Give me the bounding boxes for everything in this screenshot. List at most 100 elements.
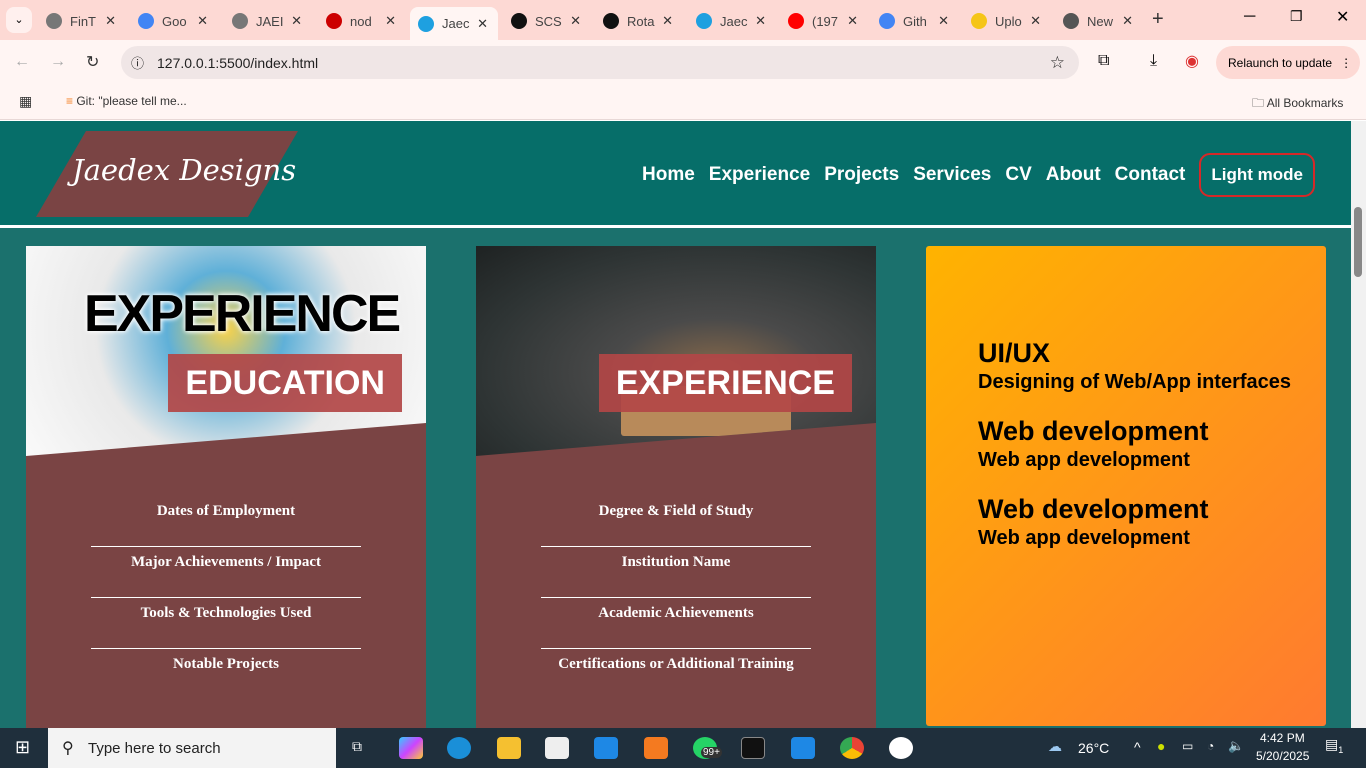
browser-tab[interactable]: FinT ✕ [38,8,126,34]
apps-icon[interactable]: ▦ [19,93,32,110]
chrome-icon[interactable] [840,737,864,759]
tab-close-icon[interactable]: ✕ [755,13,766,29]
store-icon[interactable] [545,737,569,759]
tab-close-icon[interactable]: ✕ [477,16,488,32]
service-title: Web development [978,416,1209,446]
tab-close-icon[interactable]: ✕ [1030,13,1041,29]
restore-button[interactable]: ❐ [1290,8,1303,25]
services-card: UI/UX Designing of Web/App interfaces We… [926,246,1326,726]
close-window-button[interactable]: ✕ [1336,7,1349,27]
clock-time[interactable]: 4:42 PM [1260,731,1305,745]
tab-favicon-icon [511,13,527,29]
tab-title: New [1087,13,1114,29]
wifi-icon[interactable]: ◔ [1207,739,1214,753]
reload-icon[interactable]: ↻ [86,52,99,72]
tab-title: FinT [70,13,96,29]
tab-close-icon[interactable]: ✕ [570,13,581,29]
relaunch-button[interactable]: Relaunch to update ⋮ [1216,46,1360,79]
tab-close-icon[interactable]: ✕ [938,13,949,29]
tab-favicon-icon [138,13,154,29]
clock-date[interactable]: 5/20/2025 [1256,749,1309,763]
address-bar[interactable]: ⓘ 127.0.0.1:5500/index.html ☆ [121,46,1079,79]
volume-icon[interactable]: 🔈 [1228,738,1244,754]
tab-favicon-icon [788,13,804,29]
browser-tab[interactable]: New ✕ [1055,8,1143,34]
task-view-icon[interactable]: ⧉ [352,738,362,755]
browser-tab[interactable]: Rota ✕ [595,8,683,34]
tab-close-icon[interactable]: ✕ [197,13,208,29]
all-bookmarks[interactable]: 🗀 All Bookmarks [1252,94,1343,115]
main-nav: Home Experience Projects Services CV Abo… [642,153,1315,197]
list-item: Major Achievements / Impact [91,547,361,598]
browser-tab[interactable]: SCS ✕ [503,8,591,34]
tray-app-icon[interactable]: ● [1157,738,1165,754]
tab-close-icon[interactable]: ✕ [847,13,858,29]
tab-title: Rota [627,13,655,29]
notifications-icon[interactable]: ▤1 [1325,736,1343,755]
edge-icon[interactable] [447,737,471,759]
star-icon[interactable]: ☆ [1050,53,1065,73]
tab-close-icon[interactable]: ✕ [291,13,302,29]
experience-card: EXPERIENCE Degree & Field of Study Insti… [476,246,876,728]
tray-chevron-icon[interactable]: ^ [1134,739,1141,755]
nav-about[interactable]: About [1046,164,1101,186]
extensions-icon[interactable]: ⧉ [1098,52,1109,70]
nav-home[interactable]: Home [642,164,695,186]
browser-tab[interactable]: nod ✕ [318,8,406,34]
tab-close-icon[interactable]: ✕ [1122,13,1133,29]
list-item: Tools & Technologies Used [91,598,361,649]
browser-tab[interactable]: Jaec ✕ [410,7,498,40]
minimize-button[interactable]: ─ [1244,8,1255,26]
bookmark-item[interactable]: ≡ Git: "please tell me... [66,94,187,108]
profile-icon[interactable]: ◉ [1185,51,1199,71]
service-title: Web development [978,494,1209,524]
terminal-icon[interactable] [741,737,765,759]
nav-contact[interactable]: Contact [1115,164,1186,186]
nav-services[interactable]: Services [913,164,991,186]
service-desc: Web app development [978,527,1190,549]
light-mode-button[interactable]: Light mode [1199,153,1315,197]
browser-tab[interactable]: Gith ✕ [871,8,959,34]
nav-projects[interactable]: Projects [824,164,899,186]
browser-tab[interactable]: Goo ✕ [130,8,218,34]
battery-icon[interactable]: ▭ [1182,739,1193,753]
info-icon: ⓘ [131,56,145,71]
bookmarks-bar: ▦ ≡ Git: "please tell me... 🗀 All Bookma… [0,86,1366,120]
logo[interactable]: Jaedex Designs [36,131,298,217]
xampp-icon[interactable] [644,737,668,759]
weather-icon[interactable]: ☁ [1048,738,1062,755]
browser-tab[interactable]: JAEI ✕ [224,8,312,34]
tab-close-icon[interactable]: ✕ [385,13,396,29]
nav-cv[interactable]: CV [1005,164,1031,186]
back-icon[interactable]: ← [14,53,30,71]
whatsapp-icon[interactable]: 99+ [693,737,722,759]
tab-title: Jaec [720,13,748,29]
tab-favicon-icon [696,13,712,29]
copilot-icon[interactable] [399,737,423,759]
books-glasses-image [476,246,876,456]
file-explorer-icon[interactable] [497,737,521,759]
download-icon[interactable]: ⤓ [1150,52,1157,70]
browser-tab[interactable]: Jaec ✕ [688,8,776,34]
nav-experience[interactable]: Experience [709,164,810,186]
vscode-icon[interactable] [791,737,815,759]
scrollbar[interactable] [1351,121,1366,728]
windows-start-icon[interactable]: ⊞ [15,737,30,758]
tab-favicon-icon [418,15,434,32]
tab-favicon-icon [326,13,342,29]
browser-tab[interactable]: Uplo ✕ [963,8,1051,34]
mail-icon[interactable] [594,737,618,759]
tab-favicon-icon [971,13,987,29]
tab-close-icon[interactable]: ✕ [105,13,116,29]
new-tab-button[interactable]: + [1152,8,1164,31]
taskbar-search[interactable]: ⚲ Type here to search [48,728,336,768]
browser-tab[interactable]: (197 ✕ [780,8,868,34]
tab-close-icon[interactable]: ✕ [662,13,673,29]
weather-temp[interactable]: 26°C [1078,740,1109,756]
list-item: Certifications or Additional Training [558,656,794,672]
stackoverflow-icon: ≡ [66,94,77,108]
app-icon[interactable] [889,737,913,759]
forward-icon[interactable]: → [50,53,66,71]
tab-list-button[interactable]: ⌄ [6,7,32,33]
tab-favicon-icon [879,13,895,29]
